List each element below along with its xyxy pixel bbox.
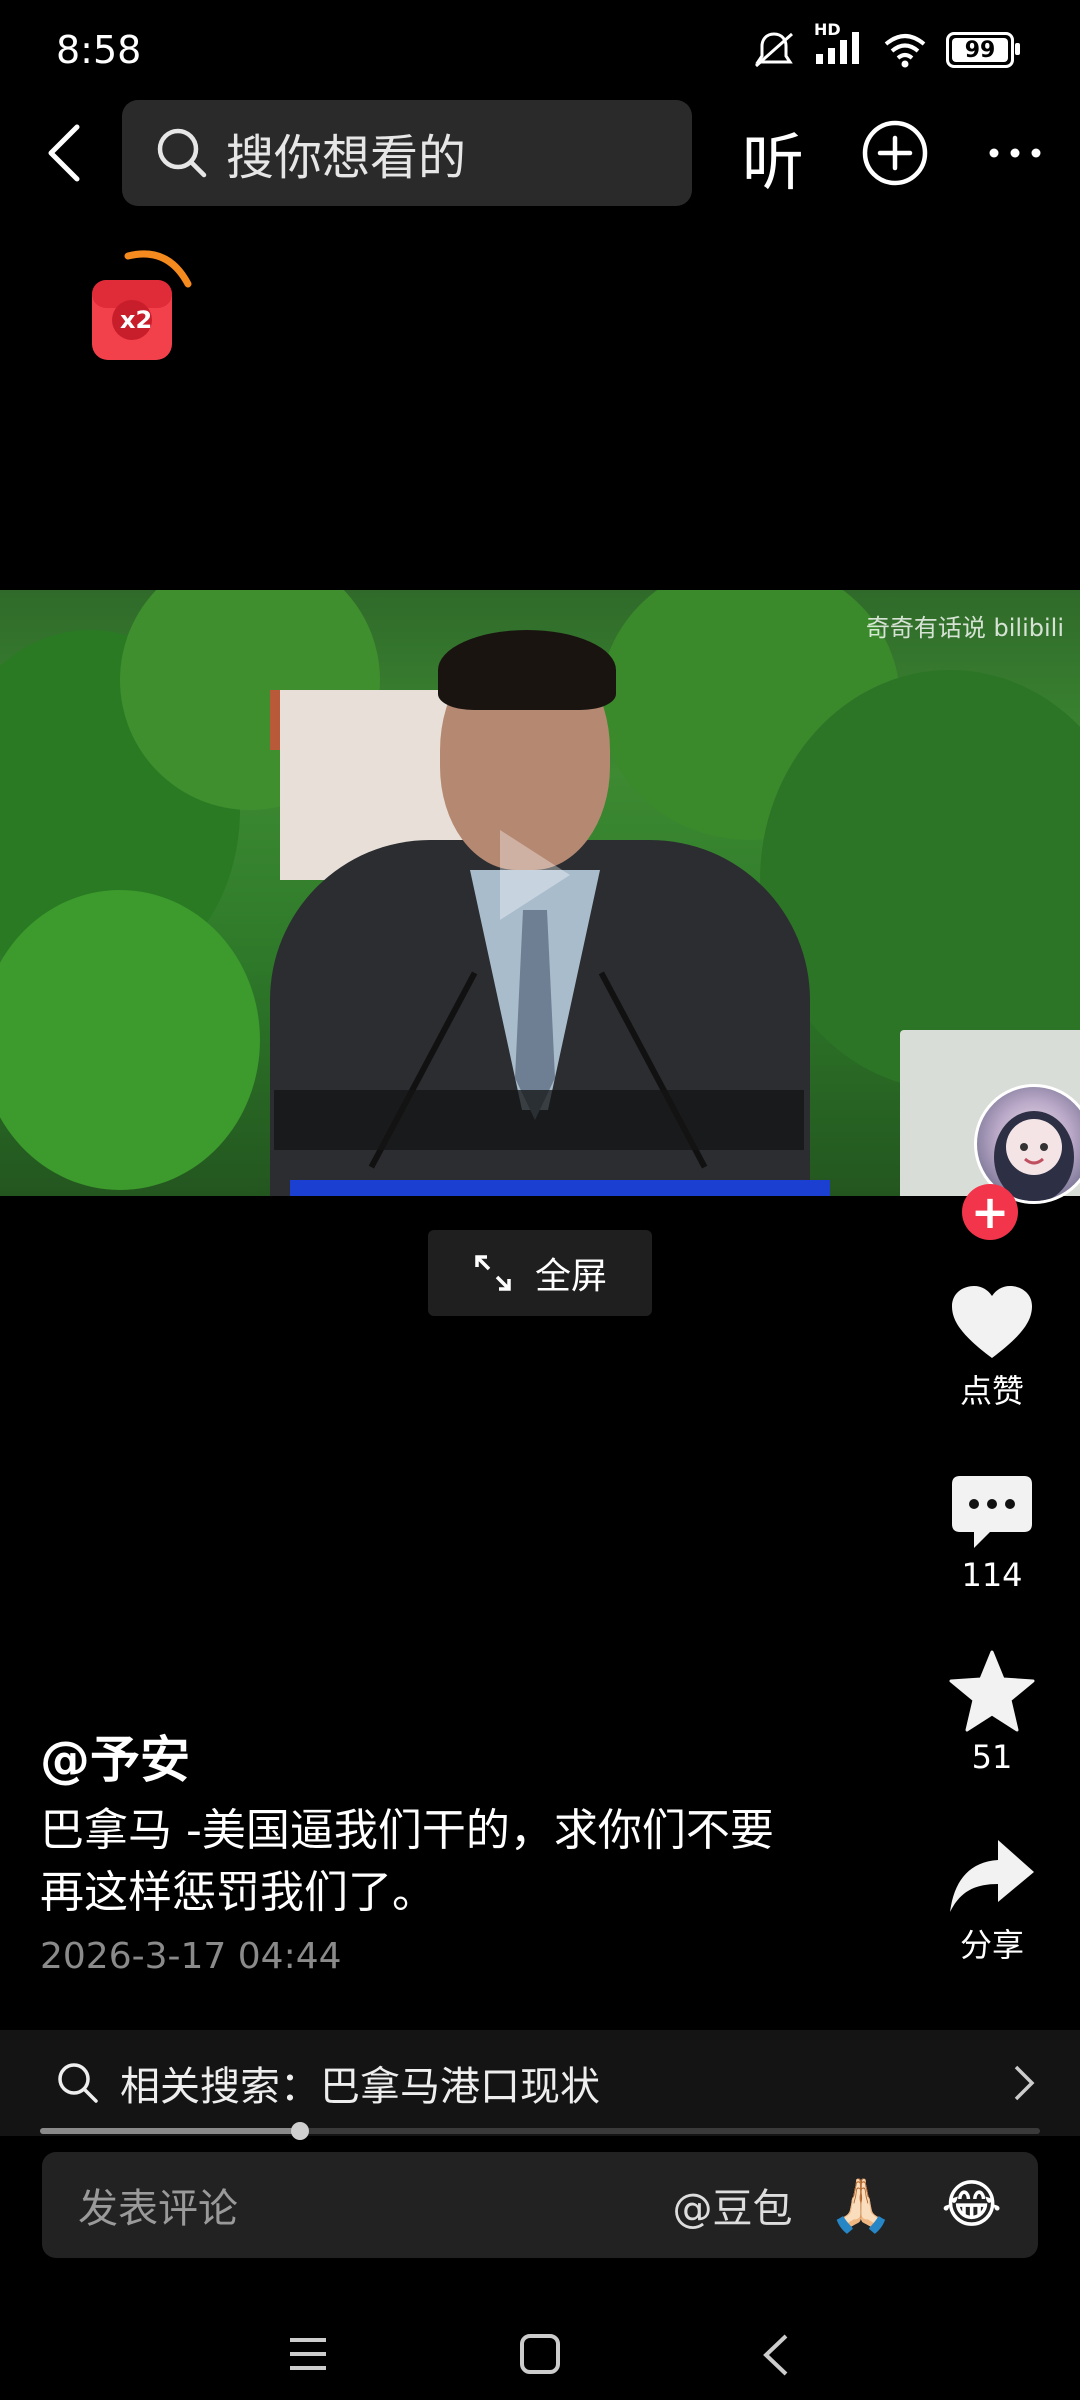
heart-icon: [952, 1286, 1032, 1358]
back-icon: [48, 124, 80, 182]
red-packet-reward[interactable]: x2: [88, 246, 198, 366]
comment-button[interactable]: 114: [922, 1474, 1062, 1594]
network-label: HD: [814, 20, 841, 39]
progress-fill: [40, 2128, 300, 2134]
battery-icon: 99: [946, 32, 1020, 68]
search-icon: [157, 128, 207, 178]
related-prefix: 相关搜索：: [120, 2064, 320, 2110]
video-watermark: 奇奇有话说 bilibili: [865, 614, 1064, 642]
status-time: 8:58: [56, 28, 142, 72]
follow-button[interactable]: +: [962, 1184, 1018, 1240]
star-icon: [949, 1650, 1035, 1732]
share-icon: [950, 1840, 1034, 1912]
post-date: 2026-3-17 04:44: [40, 1936, 342, 1977]
add-icon: [862, 120, 928, 186]
mention-doubao-button[interactable]: @豆包: [672, 2176, 792, 2234]
comment-placeholder: 发表评论: [78, 2186, 238, 2232]
description-line-2: 再这样惩罚我们了。: [40, 1867, 436, 1918]
like-label: 点赞: [959, 1372, 1024, 1410]
back-button[interactable]: [28, 118, 98, 188]
description-line-1: 巴拿马 -美国逼我们干的，求你们不要: [40, 1805, 774, 1856]
menu-icon[interactable]: [286, 2334, 330, 2374]
pray-emoji-button[interactable]: 🙏🏻: [828, 2175, 893, 2236]
system-nav-bar: [0, 2290, 1080, 2400]
nav-back-icon[interactable]: [760, 2332, 790, 2378]
add-button[interactable]: [860, 118, 930, 188]
like-button[interactable]: 点赞: [922, 1284, 1062, 1412]
more-button[interactable]: [980, 118, 1050, 188]
listen-button[interactable]: 听: [742, 112, 804, 202]
search-icon: [58, 2063, 98, 2103]
burned-subtitle: [274, 1090, 804, 1150]
red-packet-multiplier: x2: [120, 306, 153, 334]
signal-group: HD: [814, 20, 864, 70]
comment-count: 114: [961, 1556, 1023, 1594]
author-name[interactable]: @予安: [40, 1720, 190, 1792]
favorite-button[interactable]: 51: [922, 1650, 1062, 1776]
chevron-right-icon: [1014, 2065, 1035, 2101]
share-label: 分享: [959, 1926, 1024, 1964]
video-player[interactable]: 奇奇有话说 bilibili: [0, 590, 1080, 1196]
favorite-count: 51: [971, 1738, 1013, 1776]
play-icon: [500, 830, 570, 920]
post-description: 巴拿马 -美国逼我们干的，求你们不要 再这样惩罚我们了。: [40, 1800, 860, 1924]
search-input[interactable]: 搜你想看的: [122, 100, 692, 206]
battery-level: 99: [964, 37, 996, 63]
related-search-text: 相关搜索：巴拿马港口现状: [120, 2054, 600, 2112]
more-icon: [989, 148, 1041, 158]
expand-icon: [475, 1255, 511, 1291]
comment-input[interactable]: 发表评论 @豆包 🙏🏻 😂: [42, 2152, 1038, 2258]
wifi-icon: [884, 34, 926, 68]
related-search-bar[interactable]: 相关搜索：巴拿马港口现状: [0, 2030, 1080, 2136]
fullscreen-button[interactable]: 全屏: [428, 1230, 652, 1316]
share-button[interactable]: 分享: [922, 1838, 1062, 1966]
progress-handle[interactable]: [291, 2122, 309, 2140]
related-query: 巴拿马港口现状: [320, 2064, 600, 2110]
home-icon[interactable]: [518, 2332, 562, 2376]
search-placeholder: 搜你想看的: [226, 130, 467, 186]
video-progress-bar[interactable]: [40, 2122, 1040, 2140]
fullscreen-label: 全屏: [534, 1256, 607, 1297]
comment-icon: [952, 1476, 1032, 1548]
mute-icon: [755, 32, 793, 68]
status-icons: HD 99: [752, 20, 1020, 70]
laugh-emoji-button[interactable]: 😂: [941, 2175, 1002, 2235]
